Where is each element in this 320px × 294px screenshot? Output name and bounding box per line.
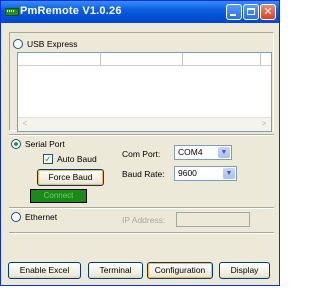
usb-device-list[interactable]: < > — [17, 52, 272, 132]
serial-port-radio[interactable] — [11, 139, 21, 149]
ethernet-option[interactable]: Ethernet — [11, 212, 57, 222]
horizontal-scrollbar[interactable]: < > — [18, 117, 271, 131]
app-window: PmRemote V1.0.26 ✕ USB Express < > Seria… — [0, 0, 280, 286]
divider — [9, 134, 274, 136]
com-port-select[interactable]: COM4 ▼ — [174, 145, 232, 160]
usb-express-radio[interactable] — [13, 39, 23, 49]
list-column-2[interactable] — [100, 53, 183, 65]
configuration-button[interactable]: Configuration — [147, 262, 213, 279]
minimize-button[interactable] — [226, 4, 242, 20]
arrow-right-icon[interactable]: > — [258, 119, 270, 129]
usb-express-option[interactable]: USB Express — [13, 39, 78, 49]
divider — [9, 207, 274, 209]
maximize-icon — [247, 8, 255, 15]
com-port-label: Com Port: — [122, 149, 161, 159]
display-button[interactable]: Display — [219, 262, 270, 279]
baud-rate-value: 9600 — [178, 168, 197, 178]
usb-express-label: USB Express — [27, 39, 78, 49]
auto-baud-checkbox[interactable]: ✓ — [43, 154, 53, 164]
serial-port-label: Serial Port — [25, 139, 65, 149]
list-column-1[interactable] — [18, 53, 101, 65]
terminal-icon — [5, 8, 19, 16]
list-header — [18, 53, 271, 66]
close-icon: ✕ — [263, 5, 273, 18]
auto-baud-label: Auto Baud — [57, 154, 97, 164]
serial-port-option[interactable]: Serial Port — [11, 139, 65, 149]
ip-address-label: IP Address: — [122, 215, 166, 225]
baud-rate-label: Baud Rate: — [122, 169, 165, 179]
enable-excel-button[interactable]: Enable Excel — [8, 262, 81, 279]
ethernet-radio[interactable] — [11, 212, 21, 222]
divider — [9, 232, 274, 234]
list-column-3[interactable] — [182, 53, 261, 65]
ip-address-field[interactable] — [176, 212, 250, 227]
baud-rate-select[interactable]: 9600 ▼ — [174, 166, 237, 181]
com-port-value: COM4 — [178, 147, 203, 157]
title-bar[interactable]: PmRemote V1.0.26 ✕ — [1, 1, 279, 23]
force-baud-button[interactable]: Force Baud — [37, 169, 104, 186]
chevron-down-icon[interactable]: ▼ — [223, 168, 235, 179]
window-title: PmRemote V1.0.26 — [20, 5, 122, 17]
minimize-icon — [230, 14, 236, 16]
close-button[interactable]: ✕ — [260, 4, 276, 20]
ethernet-label: Ethernet — [25, 212, 58, 222]
auto-baud-option[interactable]: ✓ Auto Baud — [43, 154, 97, 164]
arrow-left-icon[interactable]: < — [19, 119, 31, 129]
maximize-button[interactable] — [243, 4, 259, 20]
terminal-button[interactable]: Terminal — [88, 262, 143, 279]
chevron-down-icon[interactable]: ▼ — [218, 147, 230, 158]
connect-indicator[interactable]: Connect — [30, 189, 87, 203]
